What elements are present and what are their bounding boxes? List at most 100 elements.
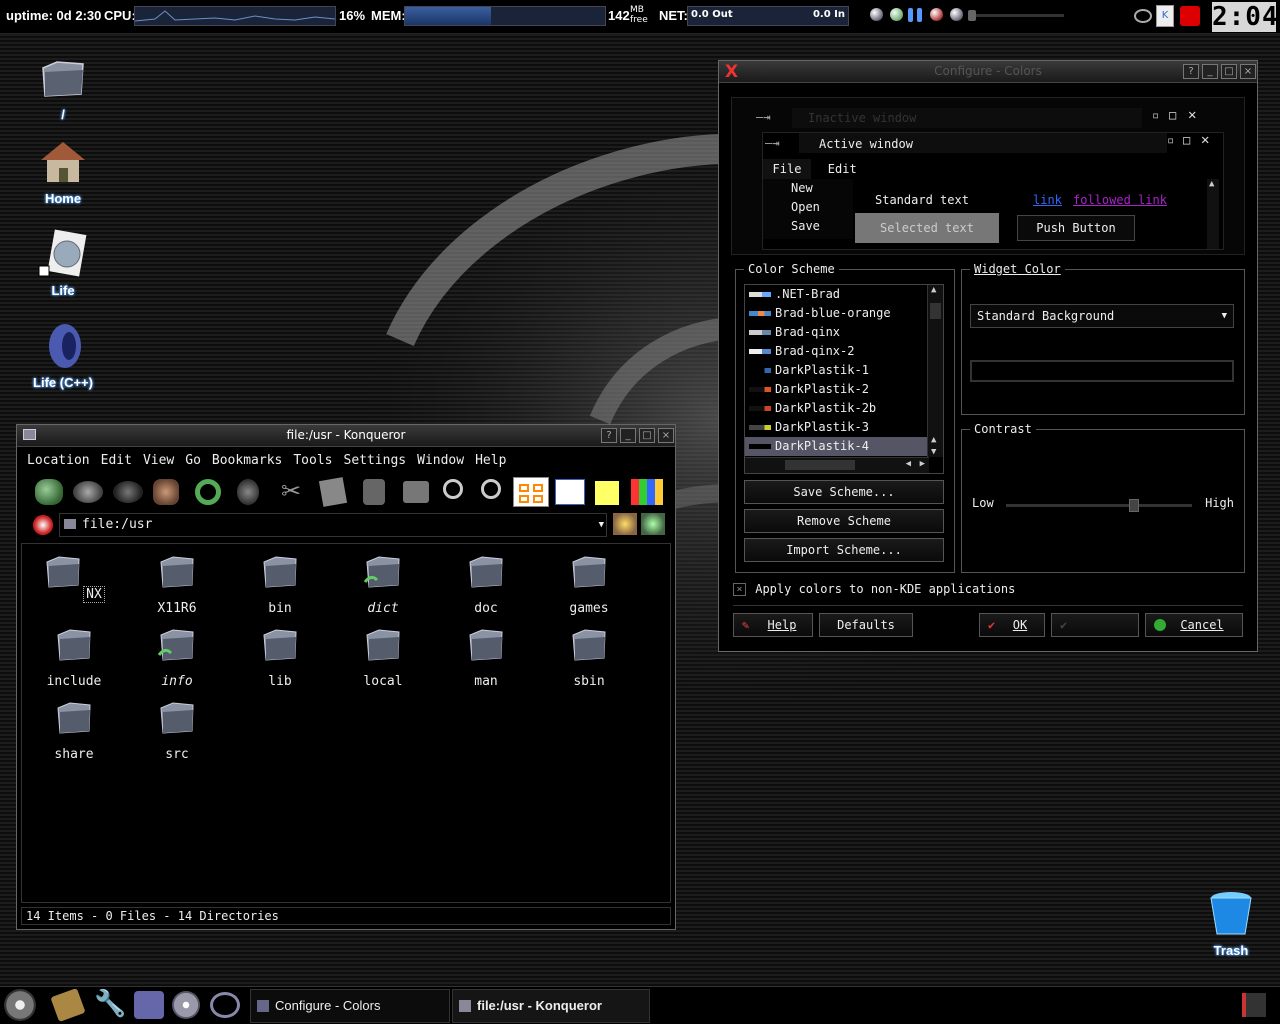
print-icon[interactable] [403,481,429,503]
forward-icon[interactable] [113,481,143,503]
list-item[interactable]: Brad-qinx [745,323,943,342]
tray-icon[interactable] [908,8,922,22]
folder-item[interactable]: bin [230,552,330,616]
desktop-icon-life[interactable]: Life [18,228,108,298]
desktop-icon-life-cpp[interactable]: Life (C++) [18,320,108,390]
folder-item[interactable]: src [127,698,227,762]
tray-icon[interactable] [890,8,903,21]
scheme-list-hscroll[interactable]: ◀ ▶ [745,457,929,473]
help-window-button[interactable]: ? [601,428,617,443]
task-configure-colors[interactable]: Configure - Colors [250,989,450,1023]
list-item[interactable]: Brad-qinx-2 [745,342,943,361]
cancel-button[interactable]: Cancel [1145,613,1243,637]
menu-location[interactable]: Location [27,453,90,468]
list-item[interactable]: DarkPlastik-2 [745,380,943,399]
disk-icon[interactable] [1134,9,1152,23]
folder-item[interactable]: share [24,698,124,762]
contrast-slider[interactable] [1006,499,1192,512]
task-konqueror[interactable]: file:/usr - Konqueror [452,989,650,1023]
folder-item[interactable]: include [24,625,124,689]
tray-icon[interactable] [930,8,943,21]
folder-item[interactable]: X11R6 [127,552,227,616]
close-button[interactable]: × [1240,64,1256,79]
scheme-list[interactable]: .NET-Brad Brad-blue-orange Brad-qinx Bra… [744,284,944,474]
defaults-button[interactable]: Defaults [819,613,913,637]
control-center-icon[interactable]: 🔧 [94,989,126,1019]
zoom-in-icon[interactable] [443,479,463,499]
logout-icon[interactable] [1242,993,1266,1017]
minimize-button[interactable]: _ [1202,64,1218,79]
folder-item[interactable]: info [127,625,227,689]
new-folder-icon[interactable] [613,513,637,535]
list-item[interactable]: .NET-Brad [745,285,943,304]
menu-window[interactable]: Window [417,453,464,468]
desktop-icon-root[interactable]: / [18,52,108,122]
back-icon[interactable] [73,481,103,503]
clear-location-icon[interactable] [33,515,53,535]
list-item[interactable]: DarkPlastik-3 [745,418,943,437]
menu-view[interactable]: View [143,453,174,468]
clock[interactable]: 2:04 [1212,2,1278,32]
color-preview[interactable]: –⇥ Inactive window ▫ □ ✕ –⇥ Active windo… [731,97,1245,255]
folder-item[interactable]: local [333,625,433,689]
folder-item[interactable]: dict [333,552,433,616]
list-item[interactable]: DarkPlastik-2b [745,399,943,418]
browser-icon[interactable] [210,992,240,1018]
apply-colors-option[interactable]: × Apply colors to non-KDE applications [733,581,1015,597]
scheme-list-vscroll[interactable]: ▲ ▲ ▼ [927,285,943,457]
reload-icon[interactable] [195,479,221,505]
close-button[interactable]: × [658,428,674,443]
apply-button[interactable]: ✔ [1051,613,1139,637]
folder-item[interactable]: lib [230,625,330,689]
list-item[interactable]: Brad-blue-orange [745,304,943,323]
folder-item[interactable]: sbin [539,625,639,689]
save-scheme-button[interactable]: Save Scheme... [744,480,944,504]
power-icon[interactable] [1180,6,1200,26]
zoom-out-icon[interactable] [481,479,501,499]
home-icon[interactable] [153,479,179,505]
menu-help[interactable]: Help [475,453,506,468]
folder-item[interactable]: man [436,625,536,689]
widget-color-select[interactable]: Standard Background ▼ [970,304,1234,328]
icon-view-icon[interactable] [513,477,549,507]
network-icon[interactable] [134,991,164,1019]
help-window-button[interactable]: ? [1183,64,1199,79]
desktop-icon-home[interactable]: Home [18,136,108,206]
clipboard-icon[interactable]: K [1156,5,1174,27]
menu-settings[interactable]: Settings [344,453,407,468]
color-swatch-button[interactable] [970,360,1234,382]
menu-edit[interactable]: Edit [101,453,132,468]
location-input[interactable]: file:/usr ▼ [59,513,607,537]
maximize-button[interactable]: □ [1221,64,1237,79]
file-view[interactable]: NX X11R6 bin dict doc games include info lib loca… [21,543,671,903]
stop-icon[interactable] [237,479,259,505]
menu-go[interactable]: Go [185,453,201,468]
folder-item[interactable]: NX [24,552,124,603]
ok-button[interactable]: ✔ OK [979,613,1045,637]
list-item[interactable]: DarkPlastik-1 [745,361,943,380]
remove-scheme-button[interactable]: Remove Scheme [744,509,944,533]
volume-slider[interactable] [968,10,1064,21]
list-view-icon[interactable] [555,479,585,505]
menu-tools[interactable]: Tools [293,453,332,468]
chevron-down-icon[interactable]: ▼ [599,514,604,536]
menu-bookmarks[interactable]: Bookmarks [212,453,282,468]
paste-icon[interactable] [363,479,385,505]
desktop-icon-trash[interactable]: Trash [1186,888,1276,958]
up-icon[interactable] [35,479,63,505]
help-button[interactable]: ✎ Help [733,613,813,637]
go-icon[interactable] [641,513,665,535]
folder-item[interactable]: games [539,552,639,616]
title-bar[interactable]: file:/usr - Konqueror ? _ □ × [17,425,675,447]
import-scheme-button[interactable]: Import Scheme... [744,538,944,562]
cut-icon[interactable]: ✂ [281,477,301,505]
tray-icon[interactable] [870,8,883,21]
maximize-button[interactable]: □ [639,428,655,443]
volume-icon[interactable] [950,8,963,21]
text-view-icon[interactable] [595,481,619,505]
apply-colors-checkbox[interactable]: × [733,583,746,596]
contrast-slider-handle[interactable] [1129,499,1140,512]
kmenu-gear-icon[interactable] [4,989,36,1021]
tree-view-icon[interactable] [631,479,663,505]
konsole-icon[interactable] [50,987,86,1023]
